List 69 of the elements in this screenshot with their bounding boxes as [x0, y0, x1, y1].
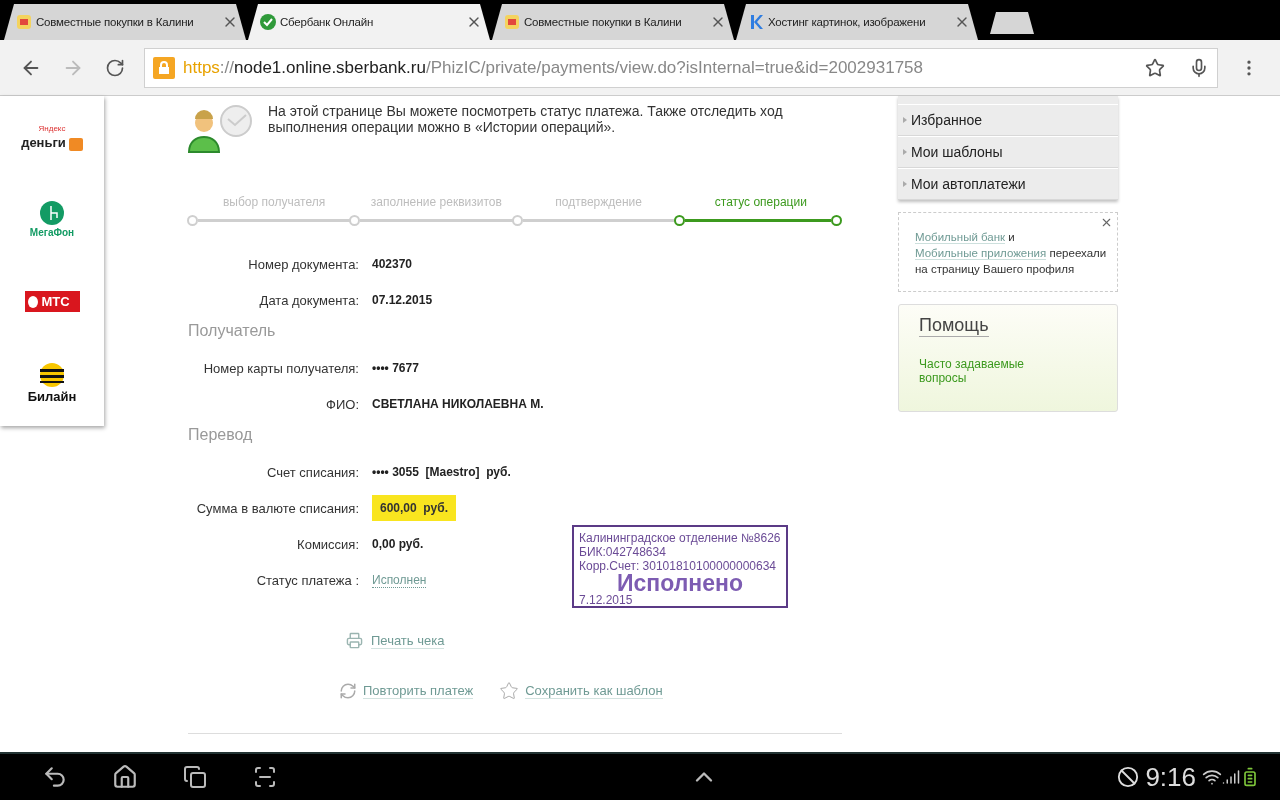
- notice-text: Мобильный банк и Мобильные приложения переехали на страницу Вашего профиля: [915, 230, 1108, 277]
- letter-k-icon: [748, 14, 764, 30]
- screenshot-icon[interactable]: [253, 765, 277, 789]
- stamp-status: Исполнено: [617, 573, 744, 593]
- field-label: ФИО:: [325, 396, 359, 412]
- mts-logo: МТС: [24, 290, 80, 312]
- logo-text: деньги: [21, 135, 66, 150]
- browser-tab[interactable]: Совместные покупки в Калини: [4, 4, 246, 40]
- check-circle-icon: [260, 14, 276, 30]
- microphone-icon[interactable]: [1189, 57, 1209, 78]
- blocked-icon: [1117, 766, 1140, 788]
- address-field[interactable]: https://node1.online.sberbank.ru/PhizIC/private/payments/view.do?isInternal=true&id=2002931758: [144, 47, 1218, 88]
- printer-icon: [346, 632, 363, 649]
- signal-icon: [1222, 768, 1240, 786]
- home-icon[interactable]: [112, 764, 138, 790]
- field-value: •••• 7677: [372, 361, 419, 375]
- field-value: 0,00 руб.: [372, 537, 424, 551]
- step-label: статус операции: [713, 195, 808, 209]
- field-value: •••• 3055 [Maestro] руб.: [372, 465, 511, 479]
- logo-text: Яндекс: [38, 123, 66, 133]
- caret-icon: [903, 149, 907, 155]
- stamp-text: Калининградское отделение №8626: [579, 531, 781, 545]
- striped-ball-icon: [40, 362, 64, 387]
- field-value: СВЕТЛАНА НИКОЛАЕВНА М.: [372, 397, 544, 411]
- wifi-icon: [1202, 767, 1222, 787]
- logo-text: Билайн: [27, 388, 77, 404]
- field-label: Счет списания:: [266, 464, 359, 480]
- menu-item[interactable]: Мои автоплатежи: [898, 168, 1118, 200]
- amount-value: 600,00 руб.: [372, 495, 456, 521]
- bookmark-star-icon[interactable]: [1145, 57, 1165, 78]
- intro-text: На этой странице Вы можете посмотреть статус платежа. Также отследить ход выполнения операции можно в «Истории операций».: [268, 103, 784, 137]
- caret-icon: [903, 117, 907, 123]
- step-node: [511, 215, 523, 226]
- menu-item[interactable]: Мои шаблоны: [898, 136, 1118, 168]
- close-button[interactable]: [1100, 216, 1113, 229]
- clock-time: 9:16: [1145, 761, 1196, 793]
- menu-item[interactable]: Избранное: [898, 104, 1118, 136]
- field-label: Номер карты получателя:: [202, 360, 359, 376]
- step-label: выбор получателя: [222, 195, 327, 209]
- stamp-date: 7.12.2015: [579, 593, 634, 607]
- step-node: [673, 215, 685, 226]
- recent-apps-icon[interactable]: [183, 765, 207, 789]
- field-label: Дата документа:: [258, 292, 359, 308]
- browser-tab[interactable]: Сбербанк Онлайн: [248, 4, 490, 40]
- lock-icon: [153, 56, 175, 79]
- star-icon: [499, 681, 520, 701]
- logo-text: МегаФон: [29, 226, 75, 238]
- section-heading: Получатель: [188, 322, 277, 341]
- stamp-text: БИК:042748634: [579, 545, 667, 559]
- field-label: Комиссия:: [296, 536, 359, 552]
- field-label: Сумма в валюте списания:: [195, 500, 359, 516]
- new-tab-button[interactable]: [990, 12, 1034, 34]
- refresh-icon: [339, 682, 357, 700]
- person-check-icon: [188, 103, 252, 153]
- field-label: Номер документа:: [247, 256, 359, 272]
- browser-tab[interactable]: Совместные покупки в Калини: [492, 4, 734, 40]
- step-node: [831, 215, 842, 226]
- step-label: заполнение реквизитов: [369, 195, 503, 209]
- back-icon[interactable]: [42, 764, 68, 790]
- field-value: 07.12.2015: [372, 293, 433, 307]
- caret-icon: [903, 181, 907, 187]
- step-label: подтверждение: [554, 195, 643, 209]
- section-heading: Перевод: [188, 426, 254, 445]
- browser-tab[interactable]: Хостинг картинок, изображени: [736, 4, 978, 40]
- help-title: Помощь: [919, 315, 989, 337]
- stamp-text: Корр.Счет: 30101810100000000634: [579, 559, 778, 573]
- reload-icon[interactable]: [105, 57, 125, 78]
- field-value: 402370: [372, 257, 413, 271]
- field-label: Статус платежа :: [255, 572, 359, 588]
